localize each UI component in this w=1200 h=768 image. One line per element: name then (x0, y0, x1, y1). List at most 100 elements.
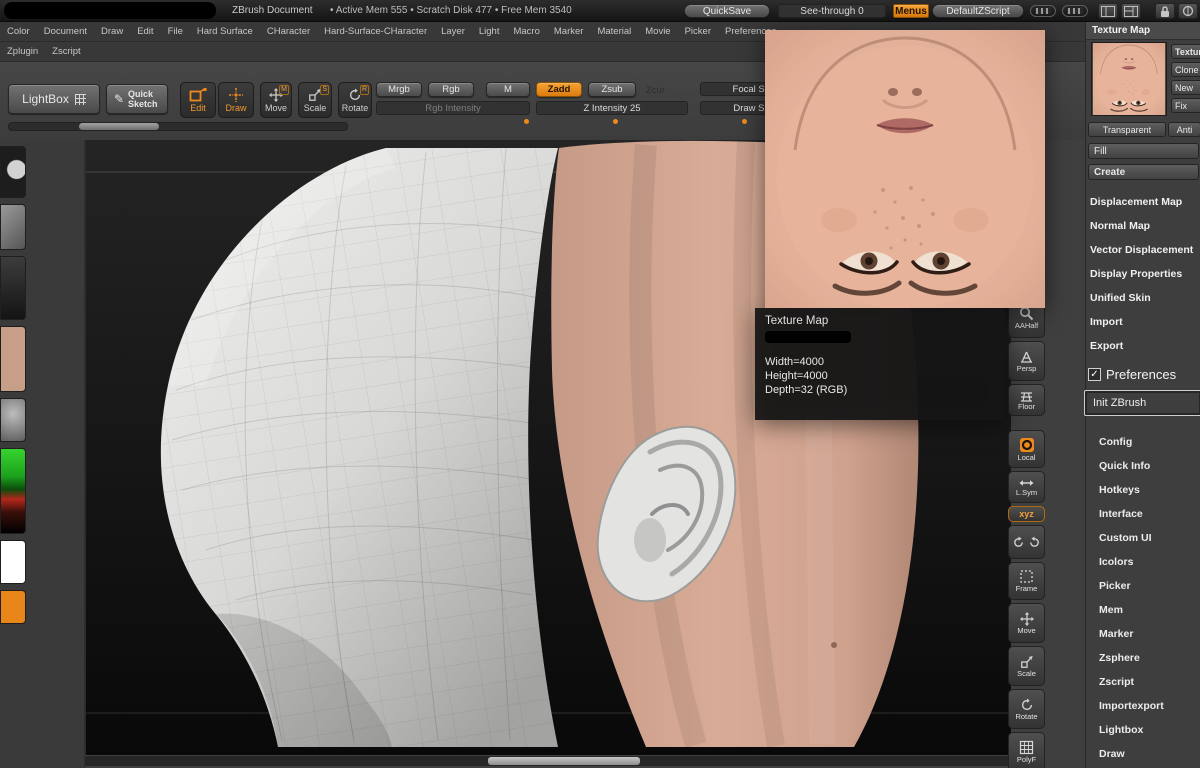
menu-item[interactable]: Hard Surface (190, 26, 260, 37)
menu-item[interactable]: Color (0, 26, 37, 37)
preferences-item[interactable]: Picker (1086, 574, 1200, 598)
color-picker[interactable] (0, 448, 26, 534)
menu-item[interactable]: Macro (506, 26, 546, 37)
scroll-handle-icon[interactable] (1178, 3, 1198, 19)
zadd-button[interactable]: Zadd (536, 82, 582, 97)
menu-item[interactable]: Movie (638, 26, 677, 37)
menu-item[interactable]: CHaracter (260, 26, 317, 37)
rotate-button[interactable]: R Rotate (338, 82, 372, 118)
preferences-item[interactable]: Hotkeys (1086, 478, 1200, 502)
texture-on-button[interactable]: Texture On (1171, 44, 1200, 59)
quicksave-button[interactable]: QuickSave (684, 4, 770, 18)
slider-bracket-icon[interactable] (1030, 5, 1056, 17)
create-button[interactable]: Create (1088, 164, 1199, 180)
move-button[interactable]: M Move (260, 82, 292, 118)
new-texture-button[interactable]: New (1171, 80, 1200, 95)
canvas-hscroll-handle[interactable] (488, 757, 640, 765)
fill-button[interactable]: Fill (1088, 143, 1199, 159)
lightbox-button[interactable]: LightBox (8, 84, 100, 114)
preferences-item[interactable]: Zsphere (1086, 646, 1200, 670)
menu-item[interactable]: Light (472, 26, 507, 37)
clone-texture-button[interactable]: Clone (1171, 62, 1200, 77)
subpalette-header[interactable]: Displacement Map (1086, 190, 1200, 214)
menu-item[interactable]: Hard-Surface-CHaracter (317, 26, 434, 37)
lsym-button[interactable]: L.Sym (1008, 471, 1045, 503)
preferences-palette[interactable]: ✓ Preferences (1088, 364, 1200, 384)
move-tool-button[interactable]: Move (1008, 603, 1045, 643)
panel-layout-icon[interactable] (1098, 3, 1118, 19)
texture-map-header[interactable]: Texture Map (1086, 22, 1200, 40)
menu-item[interactable]: Marker (547, 26, 591, 37)
draw-button[interactable]: Draw (218, 82, 254, 118)
alpha-thumbnail[interactable] (0, 256, 26, 320)
xyz-button[interactable]: xyz (1008, 506, 1045, 522)
edit-button[interactable]: Edit (180, 82, 216, 118)
subpalette-header[interactable]: Unified Skin (1086, 286, 1200, 310)
zcut-label[interactable]: Zcut (646, 85, 664, 96)
preferences-item[interactable]: Draw (1086, 742, 1200, 766)
subpalette-header[interactable]: Vector Displacement (1086, 238, 1200, 262)
quick-sketch-button[interactable]: ✎ Quick Sketch (106, 84, 168, 114)
menus-button[interactable]: Menus (893, 4, 929, 18)
shelf-scroll-handle[interactable] (79, 123, 159, 130)
rgb-intensity-slider[interactable]: Rgb Intensity (376, 101, 530, 115)
menu-item[interactable]: Draw (94, 26, 130, 37)
frame-button[interactable]: Frame (1008, 562, 1045, 600)
preferences-item[interactable]: Mem (1086, 598, 1200, 622)
menu-item[interactable]: Edit (130, 26, 160, 37)
menu-item[interactable]: Picker (678, 26, 718, 37)
menu-item[interactable]: Zscript (45, 46, 88, 57)
zsub-button[interactable]: Zsub (588, 82, 636, 97)
scale-tool-label: Scale (1017, 668, 1036, 678)
init-zbrush-button[interactable]: Init ZBrush (1084, 390, 1200, 416)
menu-item[interactable]: Material (590, 26, 638, 37)
menu-item[interactable]: File (161, 26, 190, 37)
menu-item[interactable]: Layer (434, 26, 472, 37)
polyf-button[interactable]: PolyF (1008, 732, 1045, 768)
preferences-item[interactable]: Custom UI (1086, 526, 1200, 550)
preferences-item[interactable]: Marker (1086, 622, 1200, 646)
rgb-button[interactable]: Rgb (428, 82, 474, 97)
material-thumbnail[interactable] (0, 398, 26, 442)
stroke-thumbnail[interactable] (0, 204, 26, 250)
default-zscript-button[interactable]: DefaultZScript (932, 4, 1024, 18)
orange-swatch[interactable] (0, 590, 26, 624)
brush-thumbnail[interactable] (0, 146, 26, 198)
spin-buttons[interactable] (1008, 525, 1045, 559)
transparent-button[interactable]: Transparent (1088, 122, 1166, 137)
texture-map-thumbnail[interactable] (1091, 42, 1167, 116)
texture-thumbnail[interactable] (0, 326, 26, 392)
preferences-item[interactable]: Lightbox (1086, 718, 1200, 742)
preferences-item[interactable]: Zscript (1086, 670, 1200, 694)
m-button[interactable]: M (486, 82, 530, 97)
texture-map-preview[interactable] (765, 30, 1045, 308)
preferences-item[interactable]: Icolors (1086, 550, 1200, 574)
lock-icon[interactable] (1155, 3, 1175, 19)
panel-layout2-icon[interactable] (1121, 3, 1141, 19)
scale-button[interactable]: S Scale (298, 82, 332, 118)
white-swatch[interactable] (0, 540, 26, 584)
preferences-item[interactable]: Interface (1086, 502, 1200, 526)
mrgb-button[interactable]: Mrgb (376, 82, 422, 97)
menu-item[interactable]: Zplugin (0, 46, 45, 57)
anti-button[interactable]: Anti (1168, 122, 1200, 137)
subpalette-header[interactable]: Import (1086, 310, 1200, 334)
z-intensity-slider[interactable]: Z Intensity 25 (536, 101, 688, 115)
canvas-hscroll-track[interactable] (85, 756, 1010, 766)
subpalette-header[interactable]: Export (1086, 334, 1200, 358)
preferences-item[interactable]: Config (1086, 430, 1200, 454)
redacted-document-name (4, 2, 216, 19)
rotate-tool-button[interactable]: Rotate (1008, 689, 1045, 729)
local-button[interactable]: Local (1008, 430, 1045, 468)
menu-item[interactable]: Document (37, 26, 94, 37)
subpalette-header[interactable]: Normal Map (1086, 214, 1200, 238)
app-title: ZBrush Document (232, 5, 313, 16)
fix-seam-button[interactable]: Fix (1171, 98, 1200, 113)
see-through-slider[interactable]: See-through 0 (778, 4, 886, 18)
subpalette-header[interactable]: Display Properties (1086, 262, 1200, 286)
shelf-scroll-track[interactable] (8, 122, 348, 131)
preferences-item[interactable]: Quick Info (1086, 454, 1200, 478)
slider-bracket2-icon[interactable] (1062, 5, 1088, 17)
preferences-item[interactable]: Importexport (1086, 694, 1200, 718)
scale-tool-button[interactable]: Scale (1008, 646, 1045, 686)
